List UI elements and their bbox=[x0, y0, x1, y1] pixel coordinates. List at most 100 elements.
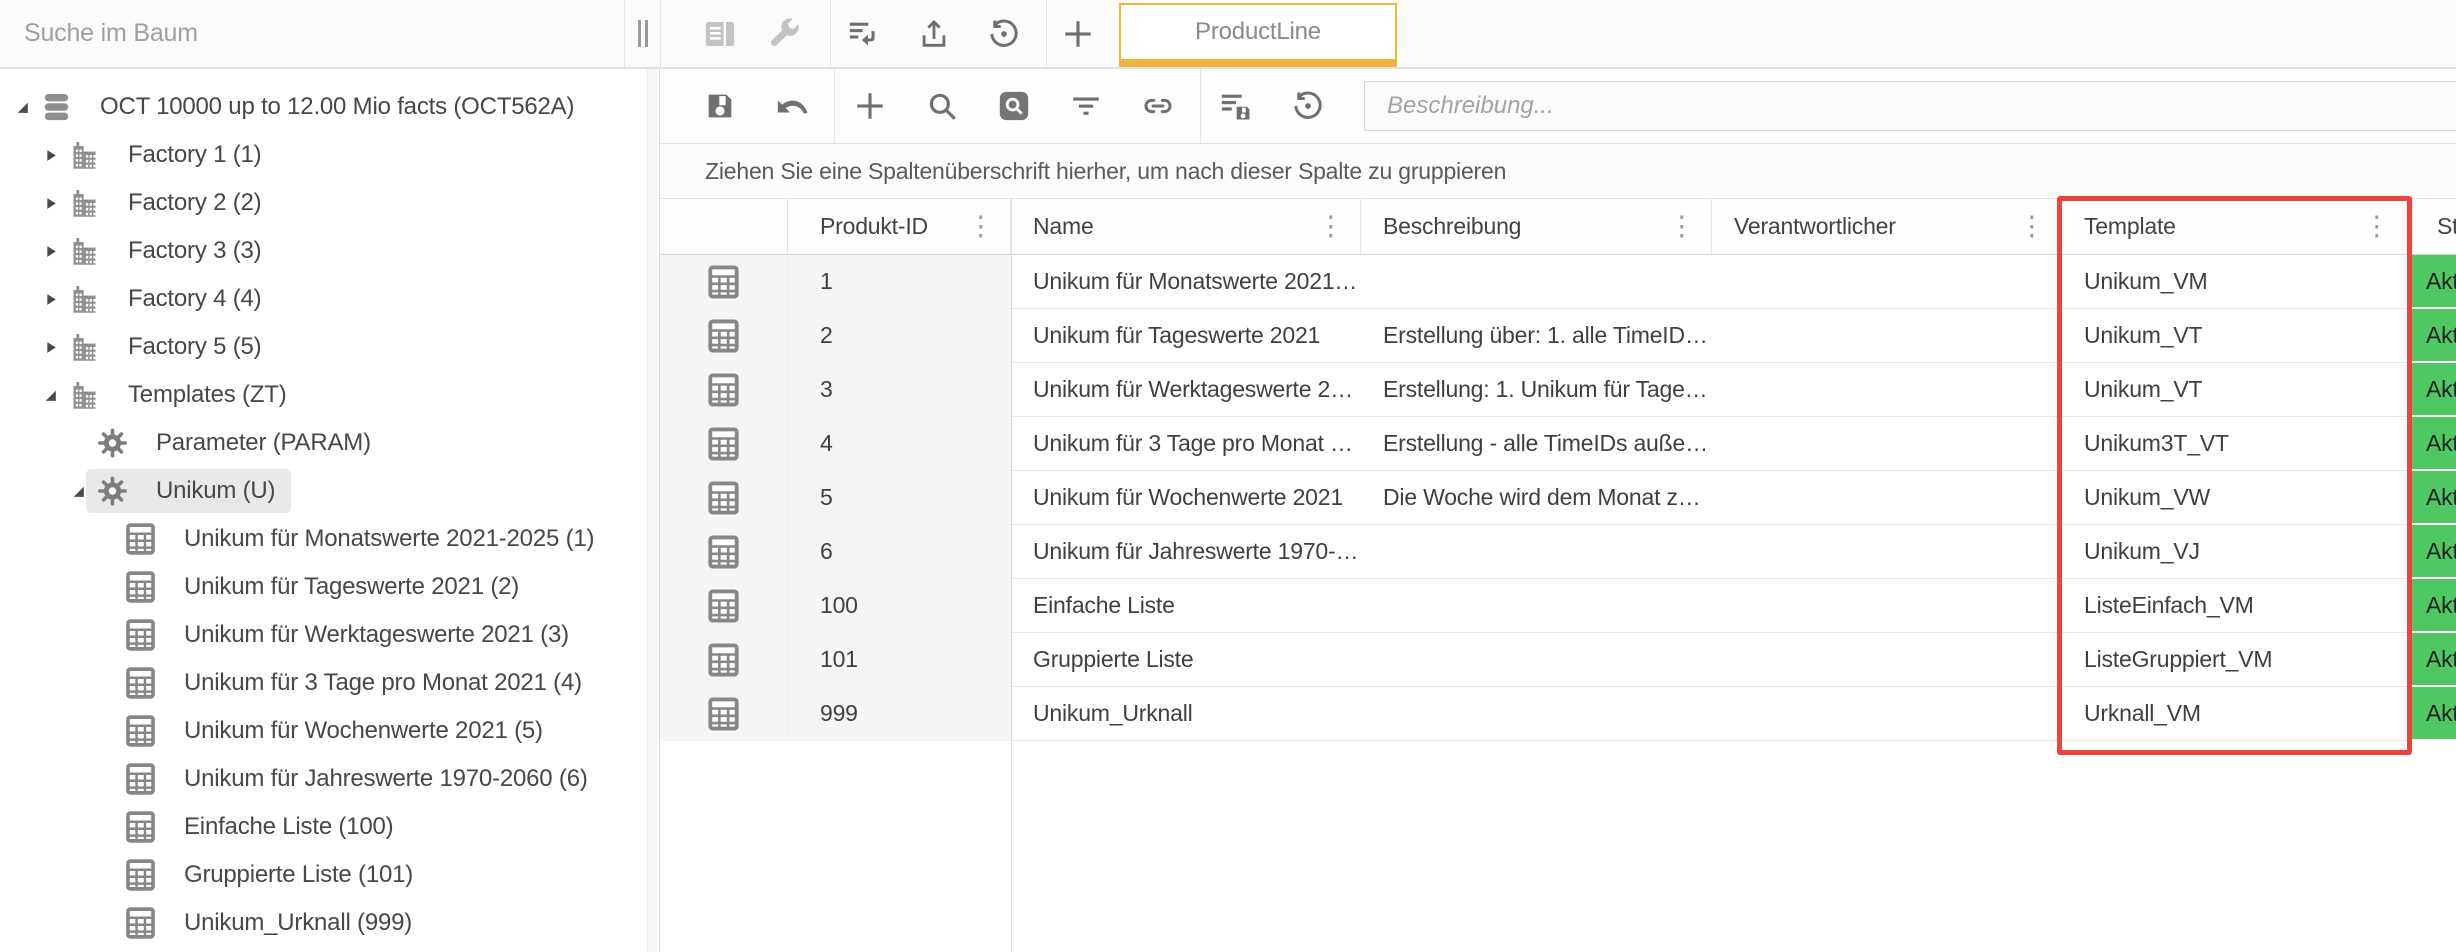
table-row[interactable]: 5Unikum für Wochenwerte 2021Die Woche wi… bbox=[660, 471, 2456, 525]
tree-item[interactable]: Unikum_Urknall (999) bbox=[0, 899, 659, 947]
cell-beschreibung bbox=[1361, 255, 1712, 309]
tree-search-placeholder: Suche im Baum bbox=[24, 19, 198, 48]
gear-icon bbox=[96, 426, 129, 460]
tree-item-content: Unikum für Monatswerte 2021-2025 (1) bbox=[114, 517, 610, 561]
cell-verantwortlicher bbox=[1712, 363, 2062, 417]
cell-produkt-id: 1 bbox=[788, 255, 1011, 309]
column-menu-icon[interactable]: ⋮ bbox=[1313, 213, 1348, 240]
tree-item[interactable]: Factory 4 (4) bbox=[0, 275, 659, 323]
header-icon-column bbox=[660, 199, 788, 254]
tree-item[interactable]: Einfache Liste (100) bbox=[0, 803, 659, 851]
tree-item[interactable]: OCT 10000 up to 12.00 Mio facts (OCT562A… bbox=[0, 83, 659, 131]
cell-beschreibung bbox=[1361, 633, 1712, 687]
tree-item[interactable]: Factory 1 (1) bbox=[0, 131, 659, 179]
cell-name: Gruppierte Liste bbox=[1011, 633, 1361, 687]
add-row-button[interactable] bbox=[850, 84, 890, 128]
tree-item-content: Unikum für Jahreswerte 1970-2060 (6) bbox=[114, 757, 604, 801]
cell-produkt-id: 999 bbox=[788, 687, 1011, 741]
header-name[interactable]: Name⋮ bbox=[1011, 199, 1361, 254]
tree-scrollbar[interactable] bbox=[647, 69, 658, 952]
cell-verantwortlicher bbox=[1712, 255, 2062, 309]
tree-item-label: Factory 1 (1) bbox=[128, 141, 261, 169]
panel-splitter-handle[interactable] bbox=[624, 0, 661, 67]
tree-item[interactable]: Factory 5 (5) bbox=[0, 323, 659, 371]
column-menu-icon[interactable]: ⋮ bbox=[1664, 213, 1699, 240]
status-badge: Akt bbox=[2407, 579, 2456, 633]
export-button[interactable] bbox=[914, 12, 954, 56]
group-by-panel[interactable]: Ziehen Sie eine Spaltenüberschrift hierh… bbox=[660, 144, 2456, 199]
tree-item[interactable]: Factory 3 (3) bbox=[0, 227, 659, 275]
factory-icon bbox=[68, 378, 101, 412]
table-row[interactable]: 2Unikum für Tageswerte 2021Erstellung üb… bbox=[660, 309, 2456, 363]
filter-button[interactable] bbox=[1066, 84, 1106, 128]
column-menu-icon[interactable]: ⋮ bbox=[2014, 213, 2049, 240]
cell-verantwortlicher bbox=[1712, 471, 2062, 525]
header-produkt-id[interactable]: Produkt-ID⋮ bbox=[788, 199, 1011, 254]
tree-item-content: Unikum für Werktageswerte 2021 (3) bbox=[114, 613, 585, 657]
header-verantwortlicher[interactable]: Verantwortlicher⋮ bbox=[1712, 199, 2062, 254]
tree-item[interactable]: Templates (ZT) bbox=[0, 371, 659, 419]
grid-icon bbox=[124, 522, 157, 556]
settings-button[interactable] bbox=[763, 12, 803, 56]
factory-icon bbox=[68, 186, 101, 220]
header-status[interactable]: St bbox=[2407, 199, 2456, 254]
table-row[interactable]: 100Einfache ListeListeEinfach_VMAkt bbox=[660, 579, 2456, 633]
status-badge: Akt bbox=[2407, 633, 2456, 687]
tree-item[interactable]: Parameter (PARAM) bbox=[0, 419, 659, 467]
undo-button[interactable] bbox=[772, 84, 812, 128]
row-grid-icon bbox=[660, 687, 788, 741]
table-row[interactable]: 1Unikum für Monatswerte 2021-2…Unikum_VM… bbox=[660, 255, 2456, 309]
reset-layout-button[interactable] bbox=[1288, 84, 1328, 128]
table-row[interactable]: 101Gruppierte ListeListeGruppiert_VMAkt bbox=[660, 633, 2456, 687]
tree-item[interactable]: Unikum für Monatswerte 2021-2025 (1) bbox=[0, 515, 659, 563]
tree-item[interactable]: Unikum für Werktageswerte 2021 (3) bbox=[0, 611, 659, 659]
list-indent-button[interactable] bbox=[844, 12, 884, 56]
navigation-tree: OCT 10000 up to 12.00 Mio facts (OCT562A… bbox=[0, 69, 659, 947]
save-layout-button[interactable] bbox=[1216, 84, 1256, 128]
search-icon bbox=[925, 89, 959, 123]
tree-item-label: Unikum für Monatswerte 2021-2025 (1) bbox=[184, 525, 594, 553]
cell-produkt-id: 3 bbox=[788, 363, 1011, 417]
tree-item-label: Factory 2 (2) bbox=[128, 189, 261, 217]
cell-name: Unikum für Tageswerte 2021 bbox=[1011, 309, 1361, 363]
tab-productline[interactable]: ProductLine bbox=[1119, 3, 1397, 67]
table-row[interactable]: 999Unikum_UrknallUrknall_VMAkt bbox=[660, 687, 2456, 741]
search-button[interactable] bbox=[922, 84, 962, 128]
cell-name: Unikum für 3 Tage pro Monat 20… bbox=[1011, 417, 1361, 471]
divider bbox=[1046, 0, 1047, 67]
cell-verantwortlicher bbox=[1712, 687, 2062, 741]
cell-beschreibung bbox=[1361, 525, 1712, 579]
tree-search-input[interactable]: Suche im Baum bbox=[0, 0, 624, 67]
link-button[interactable] bbox=[1138, 84, 1178, 128]
column-menu-icon[interactable]: ⋮ bbox=[963, 213, 998, 240]
add-tab-button[interactable] bbox=[1058, 12, 1098, 56]
search-panel-button[interactable] bbox=[994, 84, 1034, 128]
tree-item[interactable]: Gruppierte Liste (101) bbox=[0, 851, 659, 899]
tree-item-content: Parameter (PARAM) bbox=[86, 421, 387, 465]
tree-item-content: Einfache Liste (100) bbox=[114, 805, 409, 849]
column-menu-icon[interactable]: ⋮ bbox=[2359, 213, 2394, 240]
tree-item[interactable]: Unikum für Tageswerte 2021 (2) bbox=[0, 563, 659, 611]
table-row[interactable]: 6Unikum für Jahreswerte 1970-2…Unikum_VJ… bbox=[660, 525, 2456, 579]
tree-item[interactable]: Unikum (U) bbox=[0, 467, 659, 515]
header-beschreibung[interactable]: Beschreibung⋮ bbox=[1361, 199, 1712, 254]
grid-body: 1Unikum für Monatswerte 2021-2…Unikum_VM… bbox=[660, 255, 2456, 741]
save-icon bbox=[703, 89, 737, 123]
tree-item[interactable]: Unikum für 3 Tage pro Monat 2021 (4) bbox=[0, 659, 659, 707]
tree-item-label: Gruppierte Liste (101) bbox=[184, 861, 413, 889]
table-row[interactable]: 3Unikum für Werktageswerte 2021Erstellun… bbox=[660, 363, 2456, 417]
header-template[interactable]: Template⋮ bbox=[2062, 199, 2407, 254]
filter-icon bbox=[1069, 89, 1103, 123]
history-icon bbox=[1291, 89, 1325, 123]
tree-item[interactable]: Unikum für Jahreswerte 1970-2060 (6) bbox=[0, 755, 659, 803]
history-button[interactable] bbox=[984, 12, 1024, 56]
tree-item[interactable]: Factory 2 (2) bbox=[0, 179, 659, 227]
panel-toggle-button[interactable] bbox=[700, 12, 740, 56]
save-button[interactable] bbox=[700, 84, 740, 128]
description-input[interactable] bbox=[1364, 81, 2456, 131]
tree-item-content: Factory 4 (4) bbox=[58, 277, 277, 321]
row-grid-icon bbox=[660, 255, 788, 309]
table-row[interactable]: 4Unikum für 3 Tage pro Monat 20…Erstellu… bbox=[660, 417, 2456, 471]
tree-item[interactable]: Unikum für Wochenwerte 2021 (5) bbox=[0, 707, 659, 755]
factory-icon bbox=[68, 138, 101, 172]
